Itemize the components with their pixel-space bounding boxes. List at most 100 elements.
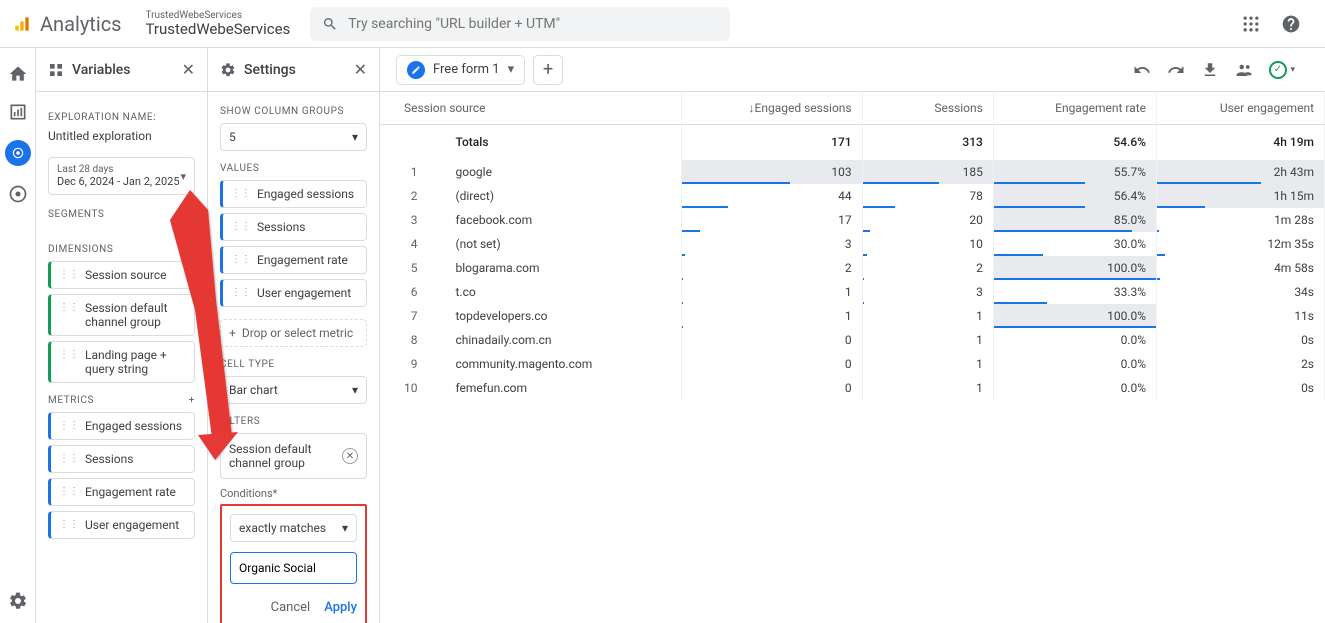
dimension-value[interactable]: google bbox=[432, 160, 682, 184]
dimension-value[interactable]: topdevelopers.co bbox=[432, 304, 682, 328]
value-chip[interactable]: ⋮⋮Engaged sessions bbox=[220, 180, 367, 208]
chip-label: Engaged sessions bbox=[257, 187, 354, 201]
cell-type-select[interactable]: Bar chart▾ bbox=[220, 376, 367, 404]
cell-type-label: CELL TYPE bbox=[220, 359, 367, 370]
product-name: Analytics bbox=[40, 12, 122, 36]
metric-value: 56.4% bbox=[993, 184, 1156, 208]
chip-label: Landing page + query string bbox=[85, 348, 186, 376]
close-icon[interactable]: ✕ bbox=[354, 60, 367, 79]
dimension-chip[interactable]: ⋮⋮Session source bbox=[48, 261, 195, 289]
filter-value-input[interactable] bbox=[230, 552, 357, 584]
close-icon[interactable]: ✕ bbox=[182, 60, 195, 79]
value-chip[interactable]: ⋮⋮Sessions bbox=[220, 213, 367, 241]
filter-chip[interactable]: Session default channel group ✕ bbox=[220, 433, 367, 479]
metric-chip[interactable]: ⋮⋮User engagement bbox=[48, 511, 195, 539]
chevron-down-icon: ▾ bbox=[352, 383, 358, 397]
metric-value: 44 bbox=[681, 184, 862, 208]
add-dimension-icon[interactable]: + bbox=[189, 244, 195, 255]
remove-filter-icon[interactable]: ✕ bbox=[342, 448, 358, 464]
explore-icon[interactable] bbox=[5, 140, 31, 166]
metric-value: 1 bbox=[681, 304, 862, 328]
metrics-label: METRICS bbox=[48, 395, 94, 406]
column-header[interactable]: Session source bbox=[380, 92, 681, 124]
table-row: 4(not set)31030.0%12m 35s bbox=[380, 232, 1325, 256]
table-row: 6t.co1333.3%34s bbox=[380, 280, 1325, 304]
add-tab-button[interactable]: + bbox=[533, 55, 563, 85]
help-icon[interactable] bbox=[1281, 14, 1301, 34]
dimension-value[interactable]: facebook.com bbox=[432, 208, 682, 232]
tab-name: Free form 1 bbox=[433, 62, 500, 77]
share-icon[interactable] bbox=[1235, 61, 1253, 79]
apply-button[interactable]: Apply bbox=[324, 600, 357, 615]
metric-value: 0 bbox=[681, 328, 862, 352]
value-chip[interactable]: ⋮⋮User engagement bbox=[220, 279, 367, 307]
row-index: 7 bbox=[380, 304, 432, 328]
chip-label: Engaged sessions bbox=[85, 419, 182, 433]
dimension-value[interactable]: femefun.com bbox=[432, 376, 682, 400]
undo-icon[interactable] bbox=[1133, 61, 1151, 79]
analytics-logo-icon bbox=[12, 14, 32, 34]
dimension-chip[interactable]: ⋮⋮Landing page + query string bbox=[48, 341, 195, 383]
column-header[interactable]: Engagement rate bbox=[993, 92, 1156, 124]
status-indicator[interactable]: ✓ bbox=[1269, 61, 1287, 79]
dimension-value[interactable]: blogarama.com bbox=[432, 256, 682, 280]
redo-icon[interactable] bbox=[1167, 61, 1185, 79]
reports-icon[interactable] bbox=[8, 102, 28, 122]
apps-icon[interactable] bbox=[1241, 14, 1261, 34]
metric-chip[interactable]: ⋮⋮Engagement rate bbox=[48, 478, 195, 506]
cancel-button[interactable]: Cancel bbox=[271, 600, 311, 615]
column-header[interactable]: ↓Engaged sessions bbox=[681, 92, 862, 124]
metric-value: 10 bbox=[862, 232, 993, 256]
dimension-value[interactable]: (not set) bbox=[432, 232, 682, 256]
drag-handle-icon: ⋮⋮ bbox=[231, 288, 251, 298]
dimension-value[interactable]: (direct) bbox=[432, 184, 682, 208]
metric-value: 11s bbox=[1157, 304, 1325, 328]
property-selector[interactable]: TrustedWebeServices TrustedWebeServices bbox=[146, 10, 291, 38]
metric-value: 55.7% bbox=[993, 160, 1156, 184]
drop-metric-zone[interactable]: +Drop or select metric bbox=[220, 319, 367, 347]
match-type-select[interactable]: exactly matches▾ bbox=[230, 514, 357, 542]
totals-value: 313 bbox=[862, 124, 993, 160]
dimension-chip[interactable]: ⋮⋮Session default channel group bbox=[48, 294, 195, 336]
settings-gear-icon[interactable] bbox=[8, 591, 28, 611]
show-columns-select[interactable]: 5▾ bbox=[220, 123, 367, 151]
date-range-picker[interactable]: Last 28 days Dec 6, 2024 - Jan 2, 2025 ▾ bbox=[48, 157, 195, 195]
add-metric-icon[interactable]: + bbox=[189, 395, 195, 406]
header-actions bbox=[1241, 14, 1313, 34]
search-input[interactable] bbox=[348, 16, 718, 32]
date-preset: Last 28 days bbox=[57, 164, 180, 175]
home-icon[interactable] bbox=[8, 64, 28, 84]
search-box[interactable] bbox=[310, 7, 730, 41]
variables-title: Variables bbox=[72, 62, 130, 78]
metric-value: 0.0% bbox=[993, 328, 1156, 352]
exploration-name[interactable]: Untitled exploration bbox=[48, 129, 195, 143]
chip-label: Sessions bbox=[257, 220, 305, 234]
metric-chip[interactable]: ⋮⋮Sessions bbox=[48, 445, 195, 473]
column-header[interactable]: User engagement bbox=[1157, 92, 1325, 124]
chip-label: Engagement rate bbox=[85, 485, 176, 499]
dimension-value[interactable]: chinadaily.com.cn bbox=[432, 328, 682, 352]
settings-header: Settings ✕ bbox=[208, 48, 379, 92]
metric-chip[interactable]: ⋮⋮Engaged sessions bbox=[48, 412, 195, 440]
dimension-value[interactable]: t.co bbox=[432, 280, 682, 304]
totals-value: 171 bbox=[681, 124, 862, 160]
drag-handle-icon: ⋮⋮ bbox=[59, 303, 79, 313]
metric-value: 100.0% bbox=[993, 256, 1156, 280]
metric-value: 2 bbox=[681, 256, 862, 280]
settings-panel: Settings ✕ SHOW COLUMN GROUPS 5▾ VALUES … bbox=[208, 48, 380, 623]
value-chip[interactable]: ⋮⋮Engagement rate bbox=[220, 246, 367, 274]
row-index: 6 bbox=[380, 280, 432, 304]
column-header[interactable]: Sessions bbox=[862, 92, 993, 124]
nav-rail bbox=[0, 48, 36, 623]
chip-label: User engagement bbox=[85, 518, 179, 532]
row-index: 5 bbox=[380, 256, 432, 280]
exploration-tab[interactable]: Free form 1 ▾ bbox=[396, 55, 525, 85]
advertising-icon[interactable] bbox=[8, 184, 28, 204]
download-icon[interactable] bbox=[1201, 61, 1219, 79]
metric-value: 17 bbox=[681, 208, 862, 232]
show-columns-label: SHOW COLUMN GROUPS bbox=[220, 106, 367, 117]
row-index: 9 bbox=[380, 352, 432, 376]
totals-label: Totals bbox=[432, 124, 682, 160]
dimension-value[interactable]: community.magento.com bbox=[432, 352, 682, 376]
add-segment-icon[interactable]: + bbox=[189, 209, 195, 220]
